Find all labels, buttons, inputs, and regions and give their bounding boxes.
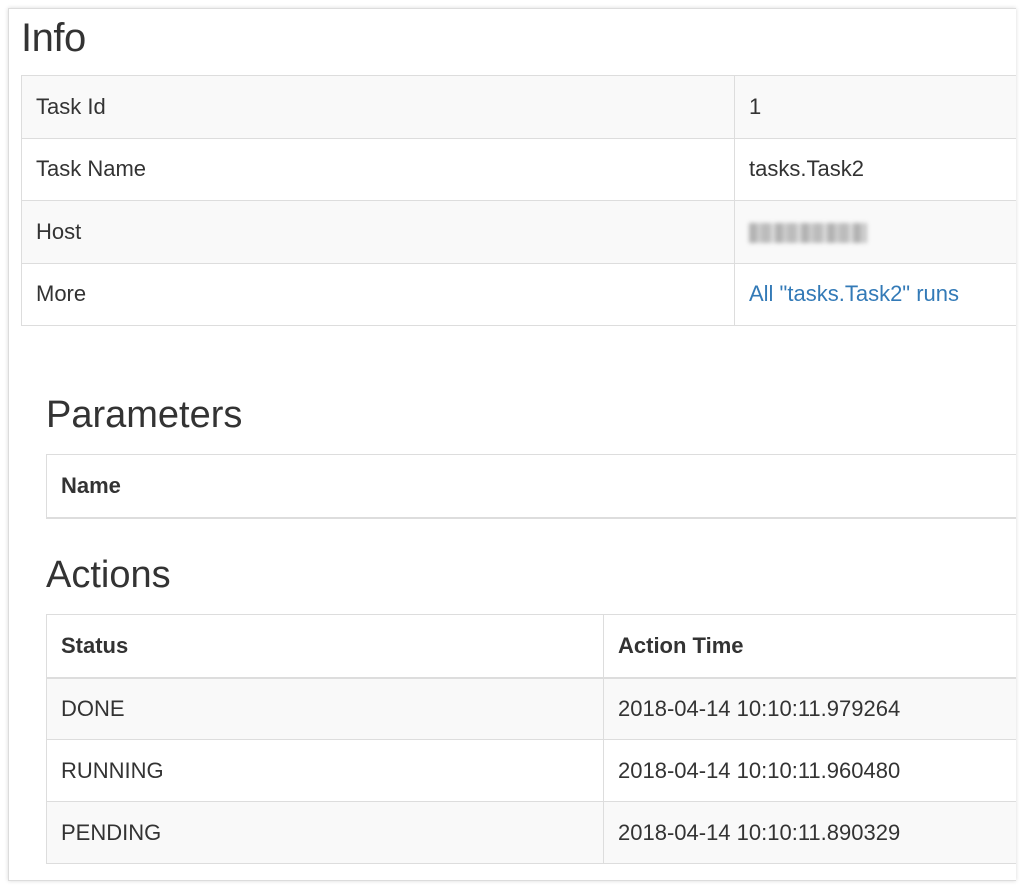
table-row: RUNNING 2018-04-14 10:10:11.960480 [46, 739, 1016, 802]
action-time-header: Action Time [603, 614, 1016, 679]
parameters-header-row: Name [46, 454, 1016, 519]
actions-header-row: Status Action Time [46, 614, 1016, 679]
info-table: Task Id 1 Task Name tasks.Task2 Host Mor… [21, 75, 1016, 326]
info-value: 1 [734, 75, 1016, 139]
action-time: 2018-04-14 10:10:11.960480 [603, 739, 1016, 802]
parameters-table: Name [46, 454, 1016, 519]
info-value: All "tasks.Task2" runs [734, 262, 1016, 326]
action-time: 2018-04-14 10:10:11.890329 [603, 801, 1016, 864]
actions-table: Status Action Time DONE 2018-04-14 10:10… [46, 614, 1016, 864]
info-row-more: More All "tasks.Task2" runs [21, 262, 1016, 326]
action-status: RUNNING [46, 739, 604, 802]
table-row: PENDING 2018-04-14 10:10:11.890329 [46, 801, 1016, 864]
table-row: DONE 2018-04-14 10:10:11.979264 [46, 677, 1016, 740]
info-row-task-name: Task Name tasks.Task2 [21, 137, 1016, 201]
info-key: More [21, 262, 735, 326]
action-time: 2018-04-14 10:10:11.979264 [603, 677, 1016, 740]
action-status: DONE [46, 677, 604, 740]
status-header: Status [46, 614, 604, 679]
info-row-host: Host [21, 200, 1016, 264]
action-status: PENDING [46, 801, 604, 864]
parameters-name-header: Name [46, 454, 1016, 519]
info-row-task-id: Task Id 1 [21, 75, 1016, 139]
info-key: Host [21, 200, 735, 264]
redacted-host-value [749, 222, 867, 243]
all-task-runs-link[interactable]: All "tasks.Task2" runs [749, 281, 959, 306]
task-detail-panel: Info Task Id 1 Task Name tasks.Task2 Hos… [8, 8, 1016, 881]
info-heading: Info [21, 16, 86, 60]
info-value: tasks.Task2 [734, 137, 1016, 201]
info-key: Task Id [21, 75, 735, 139]
parameters-heading: Parameters [46, 394, 243, 436]
actions-heading: Actions [46, 554, 171, 596]
info-key: Task Name [21, 137, 735, 201]
info-value-host [734, 200, 1016, 264]
